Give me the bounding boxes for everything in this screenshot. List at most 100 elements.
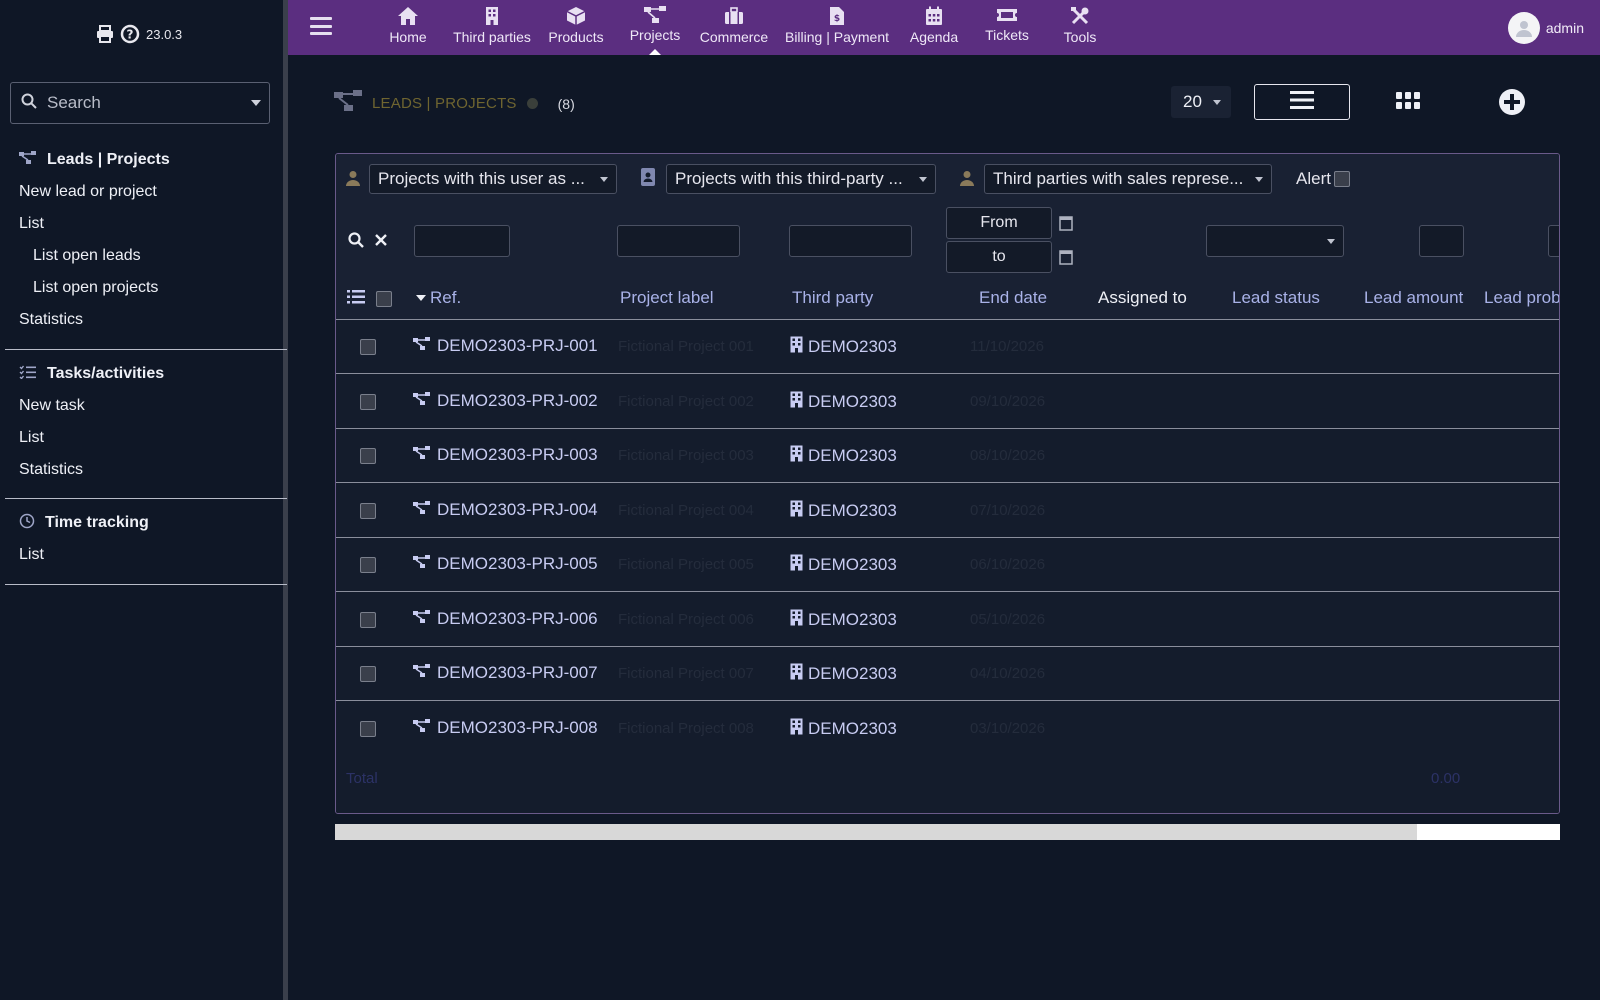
project-ref[interactable]: DEMO2303-PRJ-006 [437,609,598,629]
row-checkbox[interactable] [360,393,376,410]
print-icon[interactable] [96,25,114,43]
project-ref-link[interactable]: DEMO2303-PRJ-002 [413,391,598,411]
info-icon[interactable] [526,98,538,109]
kanban-view-button[interactable] [1396,92,1420,115]
project-ref[interactable]: DEMO2303-PRJ-002 [437,391,598,411]
sort-desc-icon[interactable] [416,295,426,301]
menu-item-new-task[interactable]: New task [5,390,287,422]
label-filter-input[interactable] [617,225,740,257]
nav-billing[interactable]: $ Billing | Payment [776,0,898,55]
date-from-input[interactable]: From [946,207,1052,239]
menu-item-list[interactable]: List [5,208,287,240]
salesrep-filter-select[interactable]: Third parties with sales represe... [984,164,1272,194]
row-checkbox[interactable] [360,720,376,737]
thirdparty-link[interactable]: DEMO2303 [790,336,897,358]
menu-item-new-lead[interactable]: New lead or project [5,176,287,208]
thirdparty-filter-input[interactable] [789,225,912,257]
menu-item-list-open-projects[interactable]: List open projects [5,272,287,304]
column-header-lead-status[interactable]: Lead status [1232,288,1320,308]
page-size-select[interactable]: 20 [1171,86,1231,118]
calendar-icon[interactable] [1059,215,1073,236]
thirdparty-name[interactable]: DEMO2303 [808,555,897,575]
thirdparty-name[interactable]: DEMO2303 [808,337,897,357]
nav-tickets[interactable]: Tickets [970,0,1044,55]
nav-tools[interactable]: Tools [1044,0,1116,55]
column-header-label[interactable]: Project label [620,288,714,308]
search-icon[interactable] [348,232,364,253]
column-header-end-date[interactable]: End date [979,288,1047,308]
row-checkbox[interactable] [360,557,376,573]
project-ref-link[interactable]: DEMO2303-PRJ-003 [413,445,598,465]
project-ref-link[interactable]: DEMO2303-PRJ-004 [413,500,598,520]
project-ref[interactable]: DEMO2303-PRJ-008 [437,718,598,738]
nav-third-parties[interactable]: Third parties [450,0,534,55]
user-filter-select[interactable]: Projects with this user as ... [369,164,617,194]
clear-filter-icon[interactable] [375,233,387,251]
column-header-lead-amount[interactable]: Lead amount [1364,288,1463,308]
row-checkbox[interactable] [360,611,376,628]
lead-status-filter-select[interactable] [1206,225,1344,257]
column-header-ref[interactable]: Ref. [430,288,461,308]
thirdparty-link[interactable]: DEMO2303 [790,609,897,631]
menu-title-tasks[interactable]: Tasks/activities [5,358,287,390]
project-ref-link[interactable]: DEMO2303-PRJ-007 [413,663,598,683]
thirdparty-filter-select[interactable]: Projects with this third-party ... [666,164,936,194]
horizontal-scrollbar[interactable] [335,824,1560,840]
project-ref[interactable]: DEMO2303-PRJ-005 [437,554,598,574]
project-ref[interactable]: DEMO2303-PRJ-003 [437,445,598,465]
thirdparty-link[interactable]: DEMO2303 [790,554,897,576]
help-icon[interactable]: ? [120,24,140,44]
row-checkbox[interactable] [360,448,376,464]
lead-amount-filter-input[interactable] [1419,225,1464,257]
nav-products[interactable]: Products [534,0,618,55]
thirdparty-name[interactable]: DEMO2303 [808,664,897,684]
row-checkbox[interactable] [360,339,376,355]
thirdparty-link[interactable]: DEMO2303 [790,445,897,467]
menu-title-time-tracking[interactable]: Time tracking [5,507,287,539]
column-header-lead-prob[interactable]: Lead prob [1484,288,1559,308]
nav-commerce[interactable]: Commerce [692,0,776,55]
nav-projects[interactable]: Projects [618,0,692,55]
thirdparty-name[interactable]: DEMO2303 [808,719,897,739]
thirdparty-link[interactable]: DEMO2303 [790,391,897,413]
project-ref-link[interactable]: DEMO2303-PRJ-001 [413,336,598,356]
alert-checkbox[interactable] [1334,171,1350,187]
select-all-checkbox[interactable] [376,291,392,307]
avatar[interactable] [1507,12,1540,44]
menu-title-projects[interactable]: Leads | Projects [5,144,287,176]
date-to-input[interactable]: to [946,241,1052,273]
thirdparty-link[interactable]: DEMO2303 [790,500,897,522]
thirdparty-name[interactable]: DEMO2303 [808,392,897,412]
project-ref[interactable]: DEMO2303-PRJ-001 [437,336,598,356]
column-header-thirdparty[interactable]: Third party [792,288,873,308]
project-ref-link[interactable]: DEMO2303-PRJ-006 [413,609,598,629]
menu-item-time-list[interactable]: List [5,539,287,571]
project-ref-link[interactable]: DEMO2303-PRJ-008 [413,718,598,738]
thirdparty-name[interactable]: DEMO2303 [808,446,897,466]
calendar-icon[interactable] [1059,249,1073,270]
search-input[interactable] [47,93,237,113]
menu-item-task-statistics[interactable]: Statistics [5,454,287,486]
thirdparty-link[interactable]: DEMO2303 [790,663,897,685]
list-view-button[interactable] [1254,84,1350,120]
project-ref[interactable]: DEMO2303-PRJ-007 [437,663,598,683]
hamburger-menu-icon[interactable] [310,17,332,35]
row-checkbox[interactable] [360,666,376,682]
thirdparty-name[interactable]: DEMO2303 [808,610,897,630]
add-project-button[interactable] [1498,88,1526,121]
nav-home[interactable]: Home [366,0,450,55]
thirdparty-name[interactable]: DEMO2303 [808,501,897,521]
thirdparty-link[interactable]: DEMO2303 [790,718,897,740]
lead-prob-filter-input[interactable] [1548,225,1559,257]
ref-filter-input[interactable] [414,225,510,257]
search-box[interactable] [10,82,270,124]
menu-item-statistics[interactable]: Statistics [5,304,287,336]
row-checkbox[interactable] [360,502,376,519]
scrollbar-thumb[interactable] [335,824,1417,840]
project-ref[interactable]: DEMO2303-PRJ-004 [437,500,598,520]
column-selector-icon[interactable] [347,290,365,309]
menu-item-task-list[interactable]: List [5,422,287,454]
search-dropdown-caret[interactable] [251,100,261,106]
menu-item-list-open-leads[interactable]: List open leads [5,240,287,272]
user-menu[interactable]: admin [1507,12,1584,44]
